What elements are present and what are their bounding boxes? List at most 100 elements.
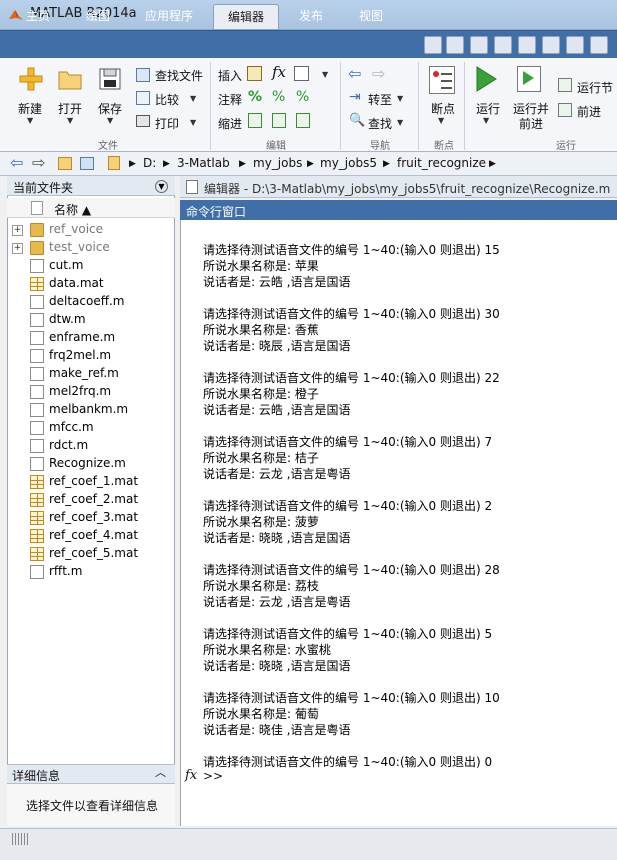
tab-publish[interactable]: 发布 — [285, 4, 337, 28]
comment-button[interactable]: 注释 — [218, 91, 242, 108]
tab-apps[interactable]: 应用程序 — [134, 4, 204, 28]
file-item[interactable]: ref_coef_2.mat — [49, 492, 138, 506]
advance-button[interactable]: 前进 — [577, 103, 601, 120]
comment-percent-icon[interactable]: % — [248, 89, 262, 105]
tab-plots[interactable]: 绘图 — [74, 4, 122, 28]
tab-home[interactable]: 主页 — [14, 4, 62, 28]
file-item[interactable]: deltacoeff.m — [49, 294, 125, 308]
run-play-icon[interactable] — [475, 66, 497, 92]
file-item[interactable]: enframe.m — [49, 330, 115, 344]
increase-indent-icon[interactable] — [272, 113, 286, 128]
name-column-label[interactable]: 名称 ▲ — [54, 201, 91, 218]
breakpoints-dropdown-icon[interactable]: ▼ — [438, 116, 444, 125]
run-button[interactable]: 运行 — [476, 100, 500, 117]
uncomment-icon[interactable]: % — [272, 89, 285, 105]
file-item[interactable]: melbankm.m — [49, 402, 128, 416]
insert-dropdown-icon[interactable]: ▼ — [322, 70, 328, 79]
folder-icon — [30, 241, 44, 255]
save-disk-icon[interactable] — [98, 67, 122, 91]
insert-button[interactable]: 插入 — [218, 67, 242, 84]
cut-icon[interactable] — [470, 36, 488, 54]
breakpoints-button[interactable]: 断点 — [431, 100, 455, 117]
crumb-fruit-recognize[interactable]: fruit_recognize — [397, 156, 486, 170]
command-prompt[interactable]: >> — [203, 769, 223, 783]
find-files-button[interactable]: 查找文件 — [155, 67, 203, 84]
switch-windows-icon[interactable] — [590, 36, 608, 54]
path-separator-icon: ▶ — [129, 159, 136, 169]
open-folder-icon[interactable] — [58, 68, 82, 90]
tab-view[interactable]: 视图 — [345, 4, 397, 28]
insert-function-icon[interactable]: fx — [272, 63, 286, 81]
file-item[interactable]: ref_coef_5.mat — [49, 546, 138, 560]
file-item[interactable]: ref_coef_3.mat — [49, 510, 138, 524]
save-dropdown-icon[interactable]: ▼ — [107, 116, 113, 125]
insert-section-icon[interactable] — [247, 66, 262, 81]
goto-button[interactable]: 转至 — [368, 91, 392, 108]
wrap-comments-icon[interactable]: % — [296, 89, 309, 105]
run-section-button[interactable]: 运行节 — [577, 79, 613, 96]
file-item[interactable]: mel2frq.m — [49, 384, 111, 398]
crumb-my-jobs[interactable]: my_jobs — [253, 156, 302, 170]
browse-folder-icon[interactable] — [80, 157, 94, 170]
new-button[interactable]: 新建 — [18, 100, 42, 117]
print-button[interactable]: 打印 — [155, 115, 179, 132]
back-arrow-icon[interactable]: ⇦ — [10, 153, 23, 172]
file-item[interactable]: make_ref.m — [49, 366, 119, 380]
save-button[interactable]: 保存 — [98, 100, 122, 117]
nav-forward-icon[interactable]: ⇨ — [372, 64, 385, 83]
run-and-advance-button-line2[interactable]: 前进 — [519, 115, 543, 132]
path-separator-icon[interactable]: ▶ — [489, 159, 496, 169]
file-item[interactable]: data.mat — [49, 276, 104, 290]
forward-arrow-icon[interactable]: ⇨ — [32, 153, 45, 172]
up-folder-icon[interactable] — [58, 157, 72, 170]
crumb-3-matlab[interactable]: 3-Matlab — [177, 156, 230, 170]
copy-icon[interactable] — [494, 36, 512, 54]
redo-icon[interactable] — [566, 36, 584, 54]
file-item[interactable]: ref_voice — [49, 222, 103, 236]
file-item[interactable]: cut.m — [49, 258, 83, 272]
tab-editor[interactable]: 编辑器 — [213, 4, 279, 29]
decrease-indent-icon[interactable] — [296, 113, 310, 128]
group-divider — [464, 62, 465, 150]
file-item[interactable]: dtw.m — [49, 312, 86, 326]
file-item[interactable]: Recognize.m — [49, 456, 126, 470]
compare-button[interactable]: 比较 — [155, 91, 179, 108]
run-and-advance-icon[interactable] — [517, 66, 541, 92]
undo-icon[interactable] — [542, 36, 560, 54]
resize-grip-icon[interactable] — [12, 833, 28, 845]
file-item[interactable]: ref_coef_1.mat — [49, 474, 138, 488]
file-item[interactable]: rfft.m — [49, 564, 82, 578]
file-item[interactable]: frq2mel.m — [49, 348, 111, 362]
paste-icon[interactable] — [518, 36, 536, 54]
new-plus-icon[interactable] — [18, 66, 44, 92]
quick-access-tool-icon[interactable] — [424, 36, 442, 54]
details-collapse-chevron-icon[interactable]: ︿ — [155, 764, 166, 780]
insert-format-icon[interactable] — [294, 66, 309, 81]
expand-folder-icon[interactable]: + — [12, 243, 23, 254]
find-dropdown-icon[interactable]: ▼ — [397, 118, 403, 127]
file-item[interactable]: mfcc.m — [49, 420, 94, 434]
file-item[interactable]: rdct.m — [49, 438, 88, 452]
indent-button[interactable]: 缩进 — [218, 115, 242, 132]
quick-save-icon[interactable] — [446, 36, 464, 54]
crumb-drive[interactable]: D: — [143, 156, 156, 170]
open-button[interactable]: 打开 — [58, 100, 82, 117]
nav-back-icon[interactable]: ⇦ — [348, 64, 361, 83]
editor-tab-title[interactable]: 编辑器 - D:\3-Matlab\my_jobs\my_jobs5\fruit… — [204, 180, 610, 197]
run-dropdown-icon[interactable]: ▼ — [483, 116, 489, 125]
expand-folder-icon[interactable]: + — [12, 225, 23, 236]
command-output-line: 说话者是: 云龙 ,语言是粤语 — [203, 595, 351, 609]
smart-indent-icon[interactable] — [248, 113, 262, 128]
open-dropdown-icon[interactable]: ▼ — [67, 116, 73, 125]
breakpoints-icon[interactable] — [429, 66, 455, 94]
print-dropdown-icon[interactable]: ▼ — [190, 118, 196, 127]
find-button[interactable]: 查找 — [368, 115, 392, 132]
file-item[interactable]: ref_coef_4.mat — [49, 528, 138, 542]
new-dropdown-icon[interactable]: ▼ — [27, 116, 33, 125]
crumb-my-jobs5[interactable]: my_jobs5 — [320, 156, 377, 170]
compare-dropdown-icon[interactable]: ▼ — [190, 94, 196, 103]
goto-dropdown-icon[interactable]: ▼ — [397, 94, 403, 103]
function-browser-fx-icon[interactable]: fx — [185, 768, 197, 783]
file-item[interactable]: test_voice — [49, 240, 110, 254]
panel-actions-icon[interactable]: ▼ — [155, 180, 168, 193]
